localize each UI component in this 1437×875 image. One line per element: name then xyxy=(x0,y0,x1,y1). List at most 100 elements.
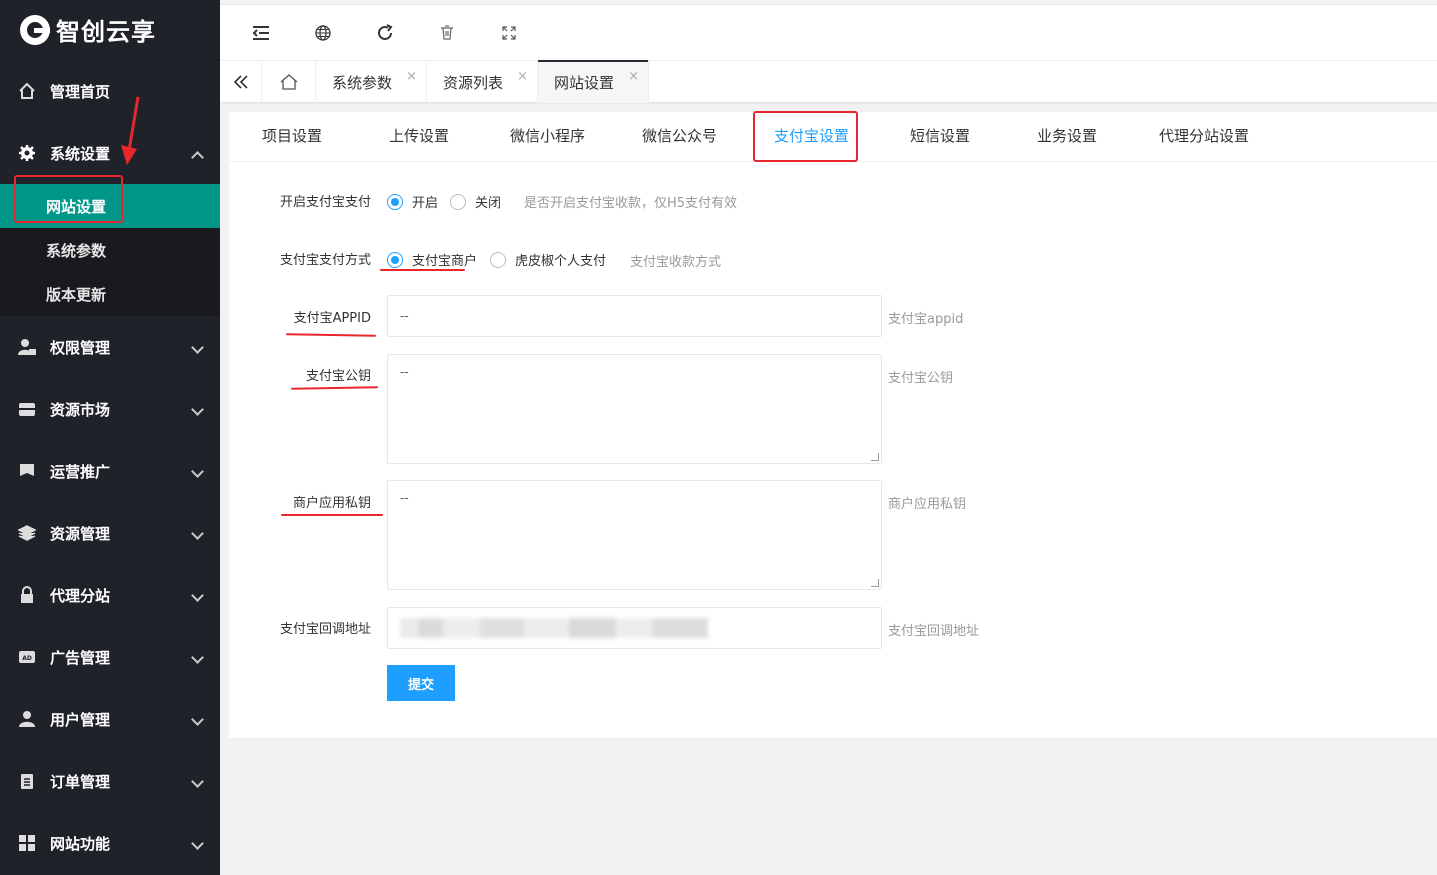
sub-item-system-params[interactable]: 系统参数 xyxy=(0,228,220,272)
tab-website-settings[interactable]: 网站设置 × xyxy=(538,60,650,103)
close-icon[interactable]: × xyxy=(628,69,639,84)
form-row-enable: 开启支付宝支付 xyxy=(229,191,371,210)
field-label: 开启支付宝支付 xyxy=(279,195,371,210)
tab-project-settings[interactable]: 项目设置 xyxy=(262,112,322,162)
clipboard-icon xyxy=(18,772,36,790)
tab-agent-site-settings[interactable]: 代理分站设置 xyxy=(1159,112,1249,162)
radio-checked-icon xyxy=(387,251,403,268)
nav-system-settings[interactable]: 系统设置 xyxy=(0,122,220,184)
nav-ads[interactable]: AD 广告管理 xyxy=(0,626,220,688)
nav-label: 订单管理 xyxy=(50,772,111,791)
nav-label: 管理首页 xyxy=(50,82,111,101)
field-tip: 商户应用私钥 xyxy=(888,497,967,512)
nav-site-features[interactable]: 网站功能 xyxy=(0,812,220,874)
chevron-down-icon xyxy=(191,651,204,664)
radio-label: 关闭 xyxy=(475,196,502,211)
radio-mode-personal[interactable]: 虎皮椒个人支付 xyxy=(490,250,606,269)
field-label: 支付宝支付方式 xyxy=(279,253,371,268)
tab-label: 系统参数 xyxy=(332,73,393,92)
alipay-public-key-textarea[interactable]: -- xyxy=(387,354,882,464)
nav-agent-sites[interactable]: 代理分站 xyxy=(0,564,220,626)
nav-label: 资源市场 xyxy=(50,400,111,419)
tab-business-settings[interactable]: 业务设置 xyxy=(1037,112,1097,162)
sub-item-version-update[interactable]: 版本更新 xyxy=(0,272,220,316)
annotation-arrow xyxy=(121,96,140,165)
nav-label: 代理分站 xyxy=(50,586,111,605)
nav-marketing[interactable]: 运营推广 xyxy=(0,440,220,502)
page-tabs-bar: 系统参数 × 资源列表 × 网站设置 × xyxy=(220,60,1437,103)
field-label: 商户应用私钥 xyxy=(292,496,371,511)
radio-enable-on[interactable]: 开启 xyxy=(387,192,438,211)
nav-label: 广告管理 xyxy=(50,648,111,667)
system-submenu: 网站设置 系统参数 版本更新 xyxy=(0,184,220,316)
trash-icon[interactable] xyxy=(436,22,458,44)
radio-checked-icon xyxy=(387,193,403,210)
field-tip: 支付宝appid xyxy=(888,312,964,327)
chevron-down-icon xyxy=(191,837,204,850)
tab-system-params[interactable]: 系统参数 × xyxy=(316,61,428,103)
settings-card: 项目设置 上传设置 微信小程序 微信公众号 支付宝设置 短信设置 业务设置 代理… xyxy=(229,112,1437,738)
tab-sms-settings[interactable]: 短信设置 xyxy=(910,112,970,162)
settings-tabs: 项目设置 上传设置 微信小程序 微信公众号 支付宝设置 短信设置 业务设置 代理… xyxy=(229,112,1437,162)
sub-item-website-settings[interactable]: 网站设置 xyxy=(0,184,220,228)
tab-upload-settings[interactable]: 上传设置 xyxy=(389,112,449,162)
home-icon xyxy=(18,82,36,100)
form-row-callback: 支付宝回调地址 xyxy=(229,618,371,637)
flag-icon xyxy=(18,462,36,480)
chevron-down-icon xyxy=(191,589,204,602)
lock-icon xyxy=(18,586,36,604)
nav-resource-management[interactable]: 资源管理 xyxy=(0,502,220,564)
tab-alipay-settings[interactable]: 支付宝设置 xyxy=(774,112,850,162)
menu-fold-icon[interactable] xyxy=(250,22,272,44)
tab-resource-list[interactable]: 资源列表 × xyxy=(427,61,539,103)
chevron-down-icon xyxy=(191,527,204,540)
field-label: 支付宝公钥 xyxy=(305,369,371,384)
chevron-down-icon xyxy=(191,775,204,788)
tab-label: 网站设置 xyxy=(554,73,615,92)
close-icon[interactable]: × xyxy=(517,69,528,84)
field-tip: 是否开启支付宝收款，仅H5支付有效 xyxy=(524,196,738,211)
refresh-icon[interactable] xyxy=(374,22,396,44)
radio-enable-off[interactable]: 关闭 xyxy=(450,192,501,211)
store-icon xyxy=(18,400,36,418)
chevron-down-icon xyxy=(191,465,204,478)
merchant-private-key-textarea[interactable]: -- xyxy=(387,480,882,590)
home-tab-icon[interactable] xyxy=(262,61,316,103)
nav-users[interactable]: 用户管理 xyxy=(0,688,220,750)
tab-wechat-official[interactable]: 微信公众号 xyxy=(642,112,717,162)
resize-handle-icon[interactable] xyxy=(871,453,879,461)
close-icon[interactable]: × xyxy=(406,69,417,84)
fullscreen-icon[interactable] xyxy=(498,22,520,44)
logo: 智创云享 xyxy=(0,0,220,60)
layers-icon xyxy=(18,524,36,542)
nav-label: 资源管理 xyxy=(50,524,111,543)
nav-resource-market[interactable]: 资源市场 xyxy=(0,378,220,440)
radio-label: 开启 xyxy=(412,196,439,211)
alipay-callback-url-input[interactable] xyxy=(387,607,882,649)
globe-icon[interactable] xyxy=(312,22,334,44)
logo-text: 智创云享 xyxy=(56,18,156,46)
field-label: 支付宝回调地址 xyxy=(279,622,371,637)
field-label: 支付宝APPID xyxy=(293,311,371,326)
radio-label: 虎皮椒个人支付 xyxy=(515,254,607,269)
nav-label: 运营推广 xyxy=(50,462,111,481)
field-tip: 支付宝收款方式 xyxy=(630,255,722,270)
gear-icon xyxy=(18,144,36,162)
radio-mode-merchant[interactable]: 支付宝商户 xyxy=(387,250,477,269)
nav-label: 网站功能 xyxy=(50,834,111,853)
submit-button[interactable]: 提交 xyxy=(387,665,455,701)
sidebar: 智创云享 管理首页 系统设置 网站设置 系统参数 版本更新 权限管理 资源市场 … xyxy=(0,0,220,875)
form-row-mode: 支付宝支付方式 xyxy=(229,249,371,268)
chevron-down-icon xyxy=(191,713,204,726)
alipay-appid-input[interactable]: -- xyxy=(387,295,882,337)
resize-handle-icon[interactable] xyxy=(871,579,879,587)
nav-label: 系统设置 xyxy=(50,144,111,163)
form-row-appid: 支付宝APPID xyxy=(229,307,371,326)
double-chevron-left-icon[interactable] xyxy=(220,61,262,103)
nav-home[interactable]: 管理首页 xyxy=(0,60,220,122)
nav-permissions[interactable]: 权限管理 xyxy=(0,316,220,378)
chevron-down-icon xyxy=(191,341,204,354)
ad-icon: AD xyxy=(18,648,36,666)
nav-orders[interactable]: 订单管理 xyxy=(0,750,220,812)
tab-wechat-miniprogram[interactable]: 微信小程序 xyxy=(510,112,585,162)
